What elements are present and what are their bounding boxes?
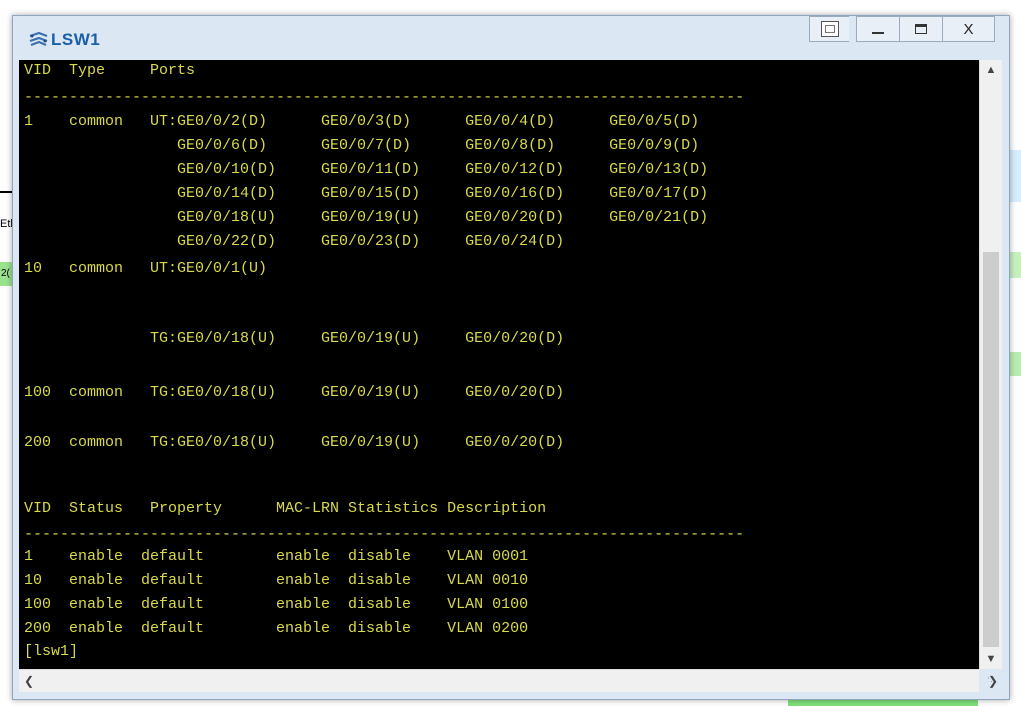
terminal-line: VID Type Ports (24, 62, 196, 79)
terminal-line: VID Status Property MAC-LRN Statistics D… (24, 500, 547, 517)
scroll-up-arrow-icon[interactable]: ▲ (980, 60, 1002, 80)
close-button[interactable]: X (942, 16, 995, 42)
background-green-panel (1010, 352, 1021, 376)
switch-icon (29, 31, 48, 47)
restore-icon (820, 21, 839, 37)
terminal-line: ----------------------------------------… (24, 89, 745, 106)
resize-grip-icon[interactable]: ⋱ (987, 676, 999, 688)
vertical-scroll-thumb[interactable] (983, 252, 999, 647)
console-window: LSW1 X VID Type Ports -------------------… (12, 15, 1010, 700)
minimize-icon (872, 32, 884, 34)
maximize-icon (915, 24, 927, 34)
terminal-line: GE0/0/22(D) GE0/0/23(D) GE0/0/24(D) (24, 233, 565, 250)
vertical-scrollbar[interactable]: ▲ ▼ (979, 60, 1002, 669)
terminal-output[interactable]: VID Type Ports --------------------------… (19, 60, 979, 669)
terminal-line: 200 common TG:GE0/0/18(U) GE0/0/19(U) GE… (24, 434, 565, 451)
terminal-line: [lsw1] (24, 643, 79, 660)
scroll-left-arrow-icon[interactable]: ❮ (19, 670, 39, 692)
restore-button[interactable] (809, 16, 849, 42)
terminal-line: GE0/0/10(D) GE0/0/11(D) GE0/0/12(D) GE0/… (24, 161, 709, 178)
terminal-line: 100 common TG:GE0/0/18(U) GE0/0/19(U) GE… (24, 384, 565, 401)
background-green-badge: 2( (0, 262, 12, 286)
horizontal-scrollbar[interactable]: ❮ ❯ (19, 669, 998, 692)
terminal-line: 1 enable default enable disable VLAN 000… (24, 548, 529, 565)
terminal-line: 100 enable default enable disable VLAN 0… (24, 596, 529, 613)
terminal-line: GE0/0/18(U) GE0/0/19(U) GE0/0/20(D) GE0/… (24, 209, 709, 226)
minimize-button[interactable] (856, 16, 900, 42)
terminal-line: GE0/0/14(D) GE0/0/15(D) GE0/0/16(D) GE0/… (24, 185, 709, 202)
terminal-line: ----------------------------------------… (24, 526, 745, 543)
close-icon: X (963, 20, 974, 38)
terminal-line: GE0/0/6(D) GE0/0/7(D) GE0/0/8(D) GE0/0/9… (24, 137, 700, 154)
terminal-line: 1 common UT:GE0/0/2(D) GE0/0/3(D) GE0/0/… (24, 113, 700, 130)
terminal-line: 200 enable default enable disable VLAN 0… (24, 620, 529, 637)
terminal-line: TG:GE0/0/18(U) GE0/0/19(U) GE0/0/20(D) (24, 330, 565, 347)
terminal-line: 10 enable default enable disable VLAN 00… (24, 572, 529, 589)
background-green-panel (1010, 252, 1021, 278)
terminal-line: 10 common UT:GE0/0/1(U) (24, 260, 268, 277)
title-bar[interactable]: LSW1 X (13, 16, 1009, 60)
background-blue-panel (1010, 150, 1021, 202)
window-title: LSW1 (51, 30, 101, 49)
maximize-button[interactable] (899, 16, 943, 42)
scroll-down-arrow-icon[interactable]: ▼ (980, 649, 1002, 669)
background-green-badge-text: 2( (1, 268, 10, 279)
